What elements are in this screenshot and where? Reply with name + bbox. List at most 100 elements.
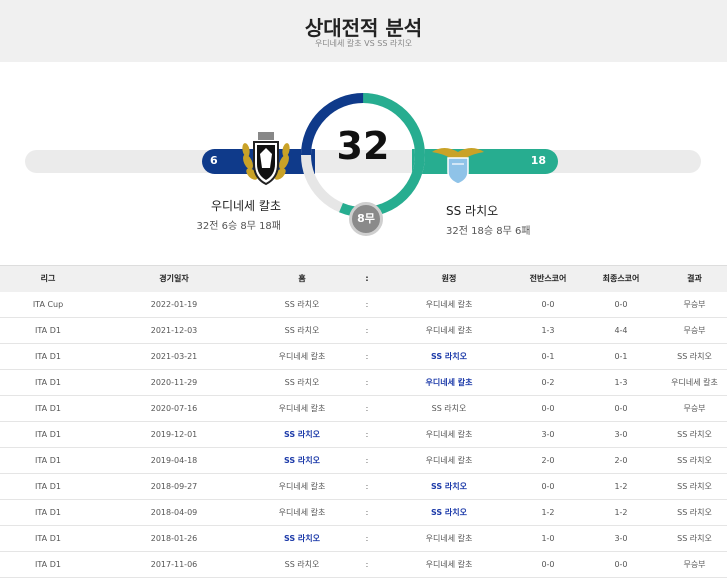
cell-separator: : xyxy=(352,317,382,344)
cell-home-team: SS 라치오 xyxy=(252,525,352,552)
cell-result: SS 라치오 xyxy=(662,343,727,370)
head-to-head-summary: 6 18 32 경기 8무 우디네세 칼초 32전 6승 8무 18패 xyxy=(0,62,727,265)
cell-result: 무승부 xyxy=(662,395,727,422)
away-wins-count: 18 xyxy=(530,154,546,167)
cell-away-team: SS 라치오 xyxy=(382,395,516,422)
cell-final-score: 1-2 xyxy=(580,473,662,500)
cell-away-team: SS 라치오 xyxy=(382,473,516,500)
cell-date: 2019-12-01 xyxy=(96,421,252,448)
cell-result: 무승부 xyxy=(662,551,727,578)
cell-home-team: SS 라치오 xyxy=(252,551,352,578)
cell-home-team: 우디네세 칼초 xyxy=(252,343,352,370)
cell-final-score: 0-0 xyxy=(580,291,662,318)
table-row: ITA D1 2021-03-21 우디네세 칼초: SS 라치오 0-1 0-1 SS 라… xyxy=(0,343,727,370)
away-team-name: SS 라치오 xyxy=(446,204,499,218)
cell-result: 우디네세 칼초 xyxy=(662,369,727,396)
table-header-row: 리그 경기일자 홈 : 원정 전반스코어 최종스코어 결과 xyxy=(0,265,727,292)
cell-result: SS 라치오 xyxy=(662,499,727,526)
cell-final-score: 0-1 xyxy=(580,343,662,370)
cell-half-score: 0-2 xyxy=(516,369,580,396)
cell-result: 무승부 xyxy=(662,291,727,318)
cell-final-score: 1-3 xyxy=(580,369,662,396)
table-row: ITA D1 2018-09-27 우디네세 칼초: SS 라치오 0-0 1-2 SS 라… xyxy=(0,473,727,500)
cell-final-score: 3-0 xyxy=(580,525,662,552)
cell-half-score: 0-0 xyxy=(516,473,580,500)
cell-league: ITA D1 xyxy=(0,343,96,370)
cell-separator: : xyxy=(352,395,382,422)
cell-away-team: 우디네세 칼초 xyxy=(382,317,516,344)
cell-date: 2018-04-09 xyxy=(96,499,252,526)
cell-half-score: 0-1 xyxy=(516,343,580,370)
page-title: 상대전적 분석 xyxy=(304,16,423,40)
cell-final-score: 2-0 xyxy=(580,447,662,474)
col-result: 결과 xyxy=(662,265,727,292)
cell-league: ITA D1 xyxy=(0,395,96,422)
draws-badge: 8무 xyxy=(349,202,383,236)
table-row: ITA Cup 2022-01-19 SS 라치오: 우디네세 칼초 0-0 0-0 무승부 xyxy=(0,291,727,318)
cell-final-score: 0-0 xyxy=(580,551,662,578)
home-wins-count: 6 xyxy=(210,154,218,167)
cell-half-score: 0-0 xyxy=(516,551,580,578)
cell-half-score: 0-0 xyxy=(516,395,580,422)
home-team-name: 우디네세 칼초 xyxy=(210,199,281,213)
cell-half-score: 1-3 xyxy=(516,317,580,344)
cell-date: 2018-01-26 xyxy=(96,525,252,552)
col-home: 홈 xyxy=(252,265,352,292)
col-separator: : xyxy=(352,265,382,292)
cell-separator: : xyxy=(352,421,382,448)
total-matches-ring xyxy=(301,93,425,217)
cell-date: 2021-12-03 xyxy=(96,317,252,344)
udinese-crest-icon xyxy=(242,132,290,186)
cell-home-team: SS 라치오 xyxy=(252,291,352,318)
cell-date: 2022-01-19 xyxy=(96,291,252,318)
cell-separator: : xyxy=(352,343,382,370)
cell-result: SS 라치오 xyxy=(662,473,727,500)
table-row: ITA D1 2020-07-16 우디네세 칼초: SS 라치오 0-0 0-0 무승부 xyxy=(0,395,727,422)
home-team-info: 우디네세 칼초 32전 6승 8무 18패 xyxy=(196,197,281,232)
cell-date: 2017-11-06 xyxy=(96,551,252,578)
col-league: 리그 xyxy=(0,265,96,292)
table-row: ITA D1 2018-04-09 우디네세 칼초: SS 라치오 1-2 1-2 SS 라… xyxy=(0,499,727,526)
col-date: 경기일자 xyxy=(96,265,252,292)
table-row: ITA D1 2017-11-06 SS 라치오: 우디네세 칼초 0-0 0-0 무승부 xyxy=(0,551,727,578)
cell-league: ITA D1 xyxy=(0,447,96,474)
cell-home-team: 우디네세 칼초 xyxy=(252,499,352,526)
cell-away-team: 우디네세 칼초 xyxy=(382,551,516,578)
table-row: ITA D1 2021-12-03 SS 라치오: 우디네세 칼초 1-3 4-4 무승부 xyxy=(0,317,727,344)
cell-result: SS 라치오 xyxy=(662,447,727,474)
page-subtitle: 우디네세 칼초 VS SS 라치오 xyxy=(314,39,413,48)
table-row: ITA D1 2019-04-18 SS 라치오: 우디네세 칼초 2-0 2-0 SS 라… xyxy=(0,447,727,474)
cell-result: SS 라치오 xyxy=(662,525,727,552)
cell-away-team: 우디네세 칼초 xyxy=(382,447,516,474)
cell-home-team: 우디네세 칼초 xyxy=(252,395,352,422)
cell-final-score: 1-2 xyxy=(580,499,662,526)
cell-date: 2020-07-16 xyxy=(96,395,252,422)
cell-away-team: 우디네세 칼초 xyxy=(382,525,516,552)
cell-league: ITA D1 xyxy=(0,421,96,448)
table-row: ITA D1 2019-12-01 SS 라치오: 우디네세 칼초 3-0 3-0 SS 라… xyxy=(0,421,727,448)
cell-away-team: SS 라치오 xyxy=(382,343,516,370)
cell-result: 무승부 xyxy=(662,317,727,344)
cell-separator: : xyxy=(352,291,382,318)
col-half-score: 전반스코어 xyxy=(516,265,580,292)
cell-date: 2021-03-21 xyxy=(96,343,252,370)
col-away: 원정 xyxy=(382,265,516,292)
cell-league: ITA D1 xyxy=(0,317,96,344)
cell-half-score: 3-0 xyxy=(516,421,580,448)
cell-final-score: 3-0 xyxy=(580,421,662,448)
cell-half-score: 1-2 xyxy=(516,499,580,526)
cell-half-score: 1-0 xyxy=(516,525,580,552)
cell-home-team: SS 라치오 xyxy=(252,317,352,344)
cell-league: ITA D1 xyxy=(0,525,96,552)
cell-final-score: 4-4 xyxy=(580,317,662,344)
cell-separator: : xyxy=(352,447,382,474)
cell-home-team: SS 라치오 xyxy=(252,447,352,474)
table-row: ITA D1 2018-01-26 SS 라치오: 우디네세 칼초 1-0 3-0 SS 라… xyxy=(0,525,727,552)
match-history-table: 리그 경기일자 홈 : 원정 전반스코어 최종스코어 결과 ITA Cup 202… xyxy=(0,265,727,578)
cell-separator: : xyxy=(352,525,382,552)
cell-date: 2020-11-29 xyxy=(96,369,252,396)
cell-away-team: 우디네세 칼초 xyxy=(382,369,516,396)
cell-league: ITA D1 xyxy=(0,473,96,500)
cell-home-team: SS 라치오 xyxy=(252,421,352,448)
cell-league: ITA D1 xyxy=(0,499,96,526)
